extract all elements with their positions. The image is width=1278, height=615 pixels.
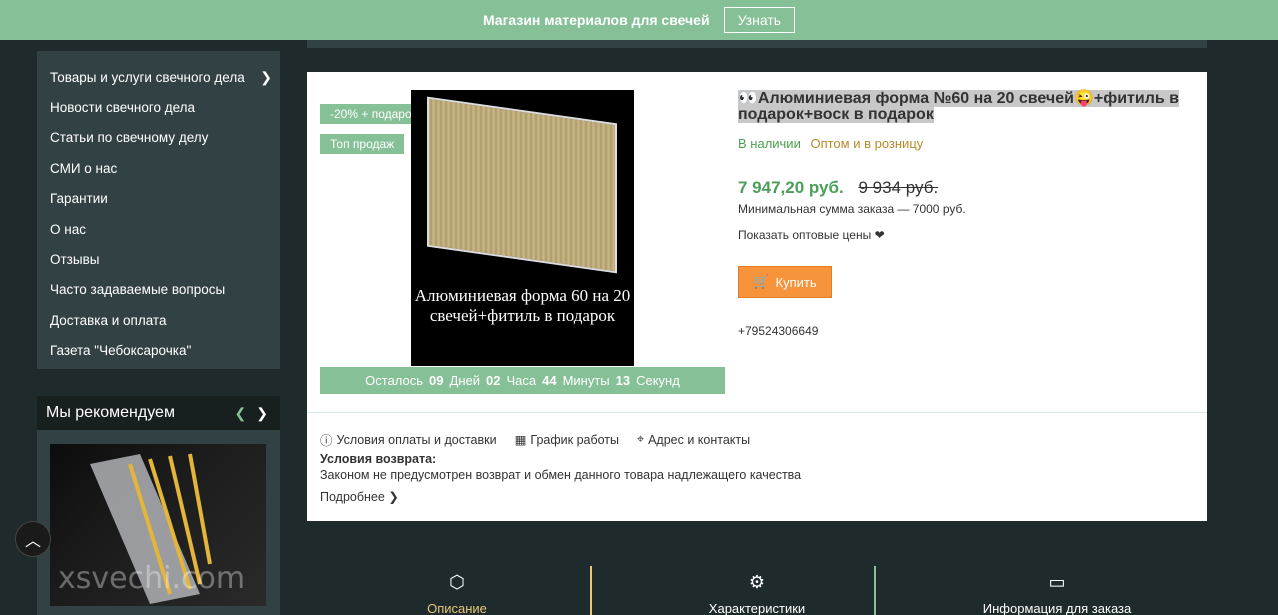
sidebar-item-news[interactable]: Новости свечного дела	[37, 92, 280, 122]
product-title: 👀Алюминиевая форма №60 на 20 свечей😜+фит…	[738, 90, 1198, 123]
calendar-icon: ▦	[514, 433, 527, 447]
min-order-text: Минимальная сумма заказа — 7000 руб.	[738, 202, 966, 216]
timer-hours-label: Часа	[506, 373, 537, 388]
mold-shape	[427, 96, 617, 274]
show-wholesale-label: Показать оптовые цены	[738, 228, 872, 242]
countdown-timer: Осталось 09 Дней 02 Часа 44 Минуты 13 Се…	[320, 367, 725, 394]
sidebar-item-label: Новости свечного дела	[50, 100, 196, 116]
work-schedule-label: График работы	[530, 432, 620, 447]
current-price: 7 947,20 руб.	[738, 178, 844, 197]
sidebar-item-media[interactable]: СМИ о нас	[37, 153, 280, 183]
timer-seconds-label: Секунд	[636, 373, 680, 388]
more-label: Подробнее	[320, 490, 385, 504]
timer-minutes: 44	[542, 373, 557, 388]
sidebar-item-label: Гарантии	[50, 191, 108, 207]
sidebar-item-newspaper[interactable]: Газета "Чебоксарочка"	[37, 336, 280, 366]
tab-characteristics[interactable]: ⚙ Характеристики	[607, 566, 907, 615]
recommend-product-image[interactable]: xsvechi.com	[50, 444, 266, 606]
sidebar-item-articles[interactable]: Статьи по свечному делу	[37, 123, 280, 153]
chevron-left-icon[interactable]: ❮	[235, 405, 247, 422]
sidebar-item-about[interactable]: О нас	[37, 214, 280, 244]
gear-icon: ⚙	[748, 572, 766, 592]
recommend-block: Мы рекомендуем ❮ ❯ xsvechi.com	[37, 396, 280, 615]
buy-label: Купить	[775, 274, 817, 290]
timer-hours: 02	[486, 373, 501, 388]
sidebar-menu: Товары и услуги свечного дела ❯ Новости …	[37, 51, 280, 369]
wholesale-label: Оптом и в розницу	[810, 136, 924, 151]
more-link[interactable]: Подробнее ❯	[320, 489, 399, 504]
chevron-right-icon: ❯	[388, 490, 399, 504]
wallet-icon: ▭	[1048, 572, 1066, 592]
sidebar-top-strip	[37, 40, 280, 51]
tab-description[interactable]: ⬡ Описание	[307, 566, 607, 615]
recommend-nav: ❮ ❯	[235, 405, 268, 422]
address-contacts-link[interactable]: ⌖ Адрес и контакты	[637, 430, 750, 449]
work-schedule-link[interactable]: ▦ График работы	[515, 430, 619, 449]
image-watermark: xsvechi.com	[58, 561, 246, 596]
in-stock-label: В наличии	[738, 136, 801, 151]
info-links: ⓘ Условия оплаты и доставки ▦ График раб…	[320, 430, 750, 449]
timer-minutes-label: Минуты	[562, 373, 610, 388]
sidebar-item-guarantees[interactable]: Гарантии	[37, 184, 280, 214]
map-pin-icon: ⌖	[637, 432, 645, 446]
top-banner: Магазин материалов для свечей Узнать	[0, 0, 1278, 40]
banner-text: Магазин материалов для свечей	[482, 12, 710, 28]
top-sales-badge: Топ продаж	[320, 134, 405, 154]
sidebar-item-label: Доставка и оплата	[50, 312, 167, 328]
box-icon: ⬡	[449, 572, 465, 592]
old-price: 9 934 руб.	[858, 178, 939, 197]
payment-delivery-label: Условия оплаты и доставки	[336, 432, 497, 447]
sidebar-item-label: Отзывы	[50, 252, 100, 268]
return-conditions-title: Условия возврата:	[320, 452, 437, 466]
chevron-right-icon[interactable]: ❯	[256, 405, 268, 422]
sidebar-item-label: Газета "Чебоксарочка"	[50, 343, 192, 359]
price-block: 7 947,20 руб. 9 934 руб.	[738, 178, 938, 198]
product-title-text: 👀Алюминиевая форма №60 на 20 свечей😜+фит…	[738, 90, 1179, 123]
info-circle-icon: ⓘ	[320, 434, 333, 448]
sidebar-item-products[interactable]: Товары и услуги свечного дела ❯	[37, 62, 280, 92]
sidebar-item-label: Товары и услуги свечного дела	[50, 69, 245, 85]
image-caption: Алюминиевая форма 60 на 20 свечей+фитиль…	[414, 286, 631, 325]
timer-prefix: Осталось	[365, 373, 424, 388]
recommend-header: Мы рекомендуем ❮ ❯	[37, 396, 280, 430]
timer-days: 09	[429, 373, 444, 388]
sidebar-item-label: О нас	[50, 221, 86, 237]
sidebar-item-reviews[interactable]: Отзывы	[37, 244, 280, 274]
payment-delivery-link[interactable]: ⓘ Условия оплаты и доставки	[320, 430, 497, 449]
sidebar-item-label: СМИ о нас	[50, 160, 118, 176]
timer-seconds: 13	[615, 373, 631, 388]
chevron-right-icon: ❯	[260, 68, 272, 85]
product-image[interactable]: Алюминиевая форма 60 на 20 свечей+фитиль…	[411, 90, 634, 366]
stock-status: В наличии Оптом и в розницу	[738, 136, 923, 151]
sidebar-item-delivery[interactable]: Доставка и оплата	[37, 305, 280, 335]
cart-icon: 🛒	[753, 274, 770, 289]
sidebar-item-label: Статьи по свечному делу	[50, 130, 209, 146]
content-top-strip	[307, 40, 1207, 48]
banner-learn-button[interactable]: Узнать	[723, 7, 796, 33]
tab-label: Информация для заказа	[982, 601, 1132, 615]
address-contacts-label: Адрес и контакты	[648, 432, 751, 447]
tab-order-info[interactable]: ▭ Информация для заказа	[907, 566, 1207, 615]
tab-label: Описание	[427, 601, 487, 615]
return-conditions-text: Законом не предусмотрен возврат и обмен …	[320, 468, 802, 482]
chevron-up-icon: ︿	[24, 533, 41, 550]
scroll-to-top-button[interactable]: ︿	[15, 521, 51, 557]
card-divider	[307, 412, 1207, 413]
buy-button[interactable]: 🛒 Купить	[738, 266, 832, 298]
heart-icon: ❤	[874, 228, 885, 242]
tab-label: Характеристики	[708, 601, 806, 615]
product-tabs: ⬡ Описание ⚙ Характеристики ▭ Информация…	[307, 566, 1207, 615]
recommend-title: Мы рекомендуем	[46, 404, 175, 421]
show-wholesale-prices-link[interactable]: Показать оптовые цены ❤	[738, 228, 885, 242]
product-card: -20% + подарок Топ продаж Алюминиевая фо…	[307, 72, 1207, 521]
sidebar-item-label: Часто задаваемые вопросы	[50, 282, 226, 298]
phone-number[interactable]: +79524306649	[738, 324, 818, 338]
timer-days-label: Дней	[449, 373, 480, 388]
sidebar-item-faq[interactable]: Часто задаваемые вопросы	[37, 275, 280, 305]
